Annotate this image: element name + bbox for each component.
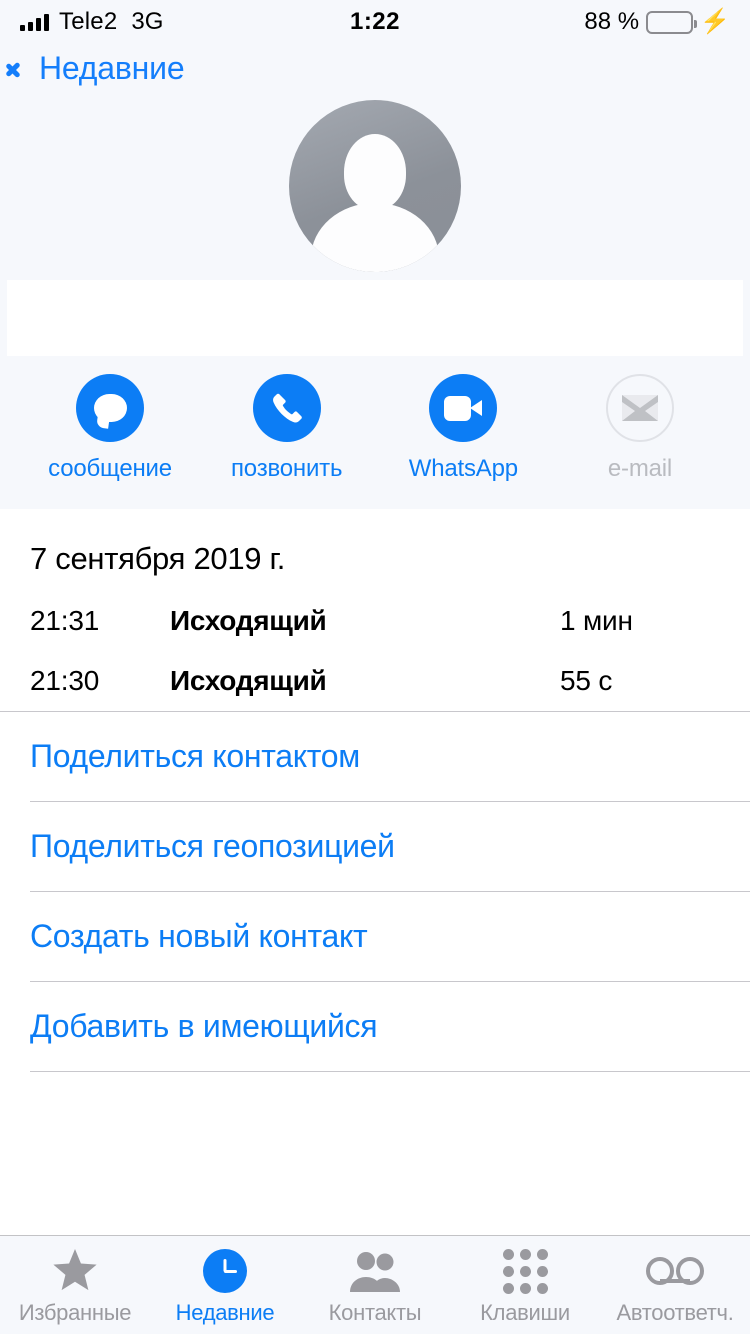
action-message-label: сообщение [48, 455, 172, 482]
call-time: 21:31 [30, 605, 100, 636]
navigation-bar: Недавние [0, 44, 750, 92]
action-whatsapp[interactable]: WhatsApp [389, 374, 537, 483]
call-time: 21:30 [30, 665, 100, 696]
chevron-left-icon [16, 53, 33, 83]
tab-contacts-label: Контакты [328, 1300, 422, 1325]
call-type: Исходящий [170, 605, 327, 636]
tab-voicemail-label: Автоответч. [616, 1300, 734, 1325]
video-camera-icon [429, 374, 498, 442]
table-row[interactable]: 21:30 Исходящий 55 с [30, 651, 720, 711]
status-bar-left: Tele2 3G [20, 8, 163, 36]
call-duration: 55 с [560, 665, 613, 696]
keypad-icon [502, 1248, 548, 1294]
tab-keypad-label: Клавиши [480, 1300, 570, 1325]
tab-favorites[interactable]: Избранные [0, 1236, 150, 1334]
create-new-contact-label: Создать новый контакт [30, 918, 368, 954]
table-row[interactable]: 21:31 Исходящий 1 мин [30, 591, 720, 651]
action-whatsapp-label: WhatsApp [408, 455, 518, 482]
separator [30, 1071, 750, 1072]
status-bar: Tele2 3G 1:22 88 % ⚡ [0, 0, 750, 44]
back-button[interactable]: Недавние [16, 49, 185, 87]
tab-contacts[interactable]: Контакты [300, 1236, 450, 1334]
action-message[interactable]: сообщение [36, 374, 184, 483]
signal-bars-icon [20, 13, 49, 31]
envelope-icon [605, 374, 674, 442]
create-new-contact-button[interactable]: Создать новый контакт [0, 892, 750, 981]
action-email: e-mail [566, 374, 714, 483]
tab-bar: Избранные Недавние Контакты Клавиши Авто… [0, 1235, 750, 1334]
quick-actions-row: сообщение позвонить WhatsApp e-mail [0, 356, 750, 509]
lightning-bolt-icon: ⚡ [700, 8, 730, 35]
person-placeholder-avatar[interactable] [289, 100, 461, 272]
message-bubble-icon [76, 374, 144, 442]
call-history-date: 7 сентября 2019 г. [30, 541, 286, 576]
action-call-label: позвонить [231, 455, 343, 482]
contact-header: сообщение позвонить WhatsApp e-mail [0, 92, 750, 509]
call-type: Исходящий [170, 665, 327, 696]
share-location-label: Поделиться геопозицией [30, 828, 395, 864]
share-location-button[interactable]: Поделиться геопозицией [0, 802, 750, 891]
network-type-label: 3G [131, 8, 164, 35]
people-icon [349, 1248, 401, 1294]
tab-favorites-label: Избранные [18, 1300, 132, 1325]
battery-percent-label: 88 % [584, 8, 640, 35]
back-button-label: Недавние [39, 49, 185, 86]
add-to-existing-label: Добавить в имеющийся [30, 1008, 378, 1044]
call-history-section: 7 сентября 2019 г. 21:31 Исходящий 1 мин… [0, 509, 750, 711]
share-contact-label: Поделиться контактом [30, 738, 360, 774]
voicemail-icon [646, 1248, 704, 1294]
battery-icon [646, 10, 698, 34]
add-to-existing-contact-button[interactable]: Добавить в имеющийся [0, 982, 750, 1071]
carrier-label: Tele2 [59, 8, 118, 35]
phone-handset-icon [252, 374, 321, 442]
star-icon [52, 1248, 98, 1294]
status-bar-right: 88 % ⚡ [584, 8, 730, 36]
contact-actions-list: Поделиться контактом Поделиться геопозиц… [0, 711, 750, 1235]
tab-recents-label: Недавние [175, 1300, 275, 1325]
tab-recents[interactable]: Недавние [150, 1236, 300, 1334]
phone-app-screen: Tele2 3G 1:22 88 % ⚡ Недавние сообщение … [0, 0, 750, 1334]
action-email-label: e-mail [607, 455, 673, 482]
call-duration: 1 мин [560, 605, 633, 636]
share-contact-button[interactable]: Поделиться контактом [0, 712, 750, 801]
avatar-container [0, 92, 750, 280]
action-call[interactable]: позвонить [213, 374, 361, 483]
clock-icon [203, 1248, 247, 1294]
tab-keypad[interactable]: Клавиши [450, 1236, 600, 1334]
contact-name-card [7, 280, 743, 356]
tab-voicemail[interactable]: Автоответч. [600, 1236, 750, 1334]
